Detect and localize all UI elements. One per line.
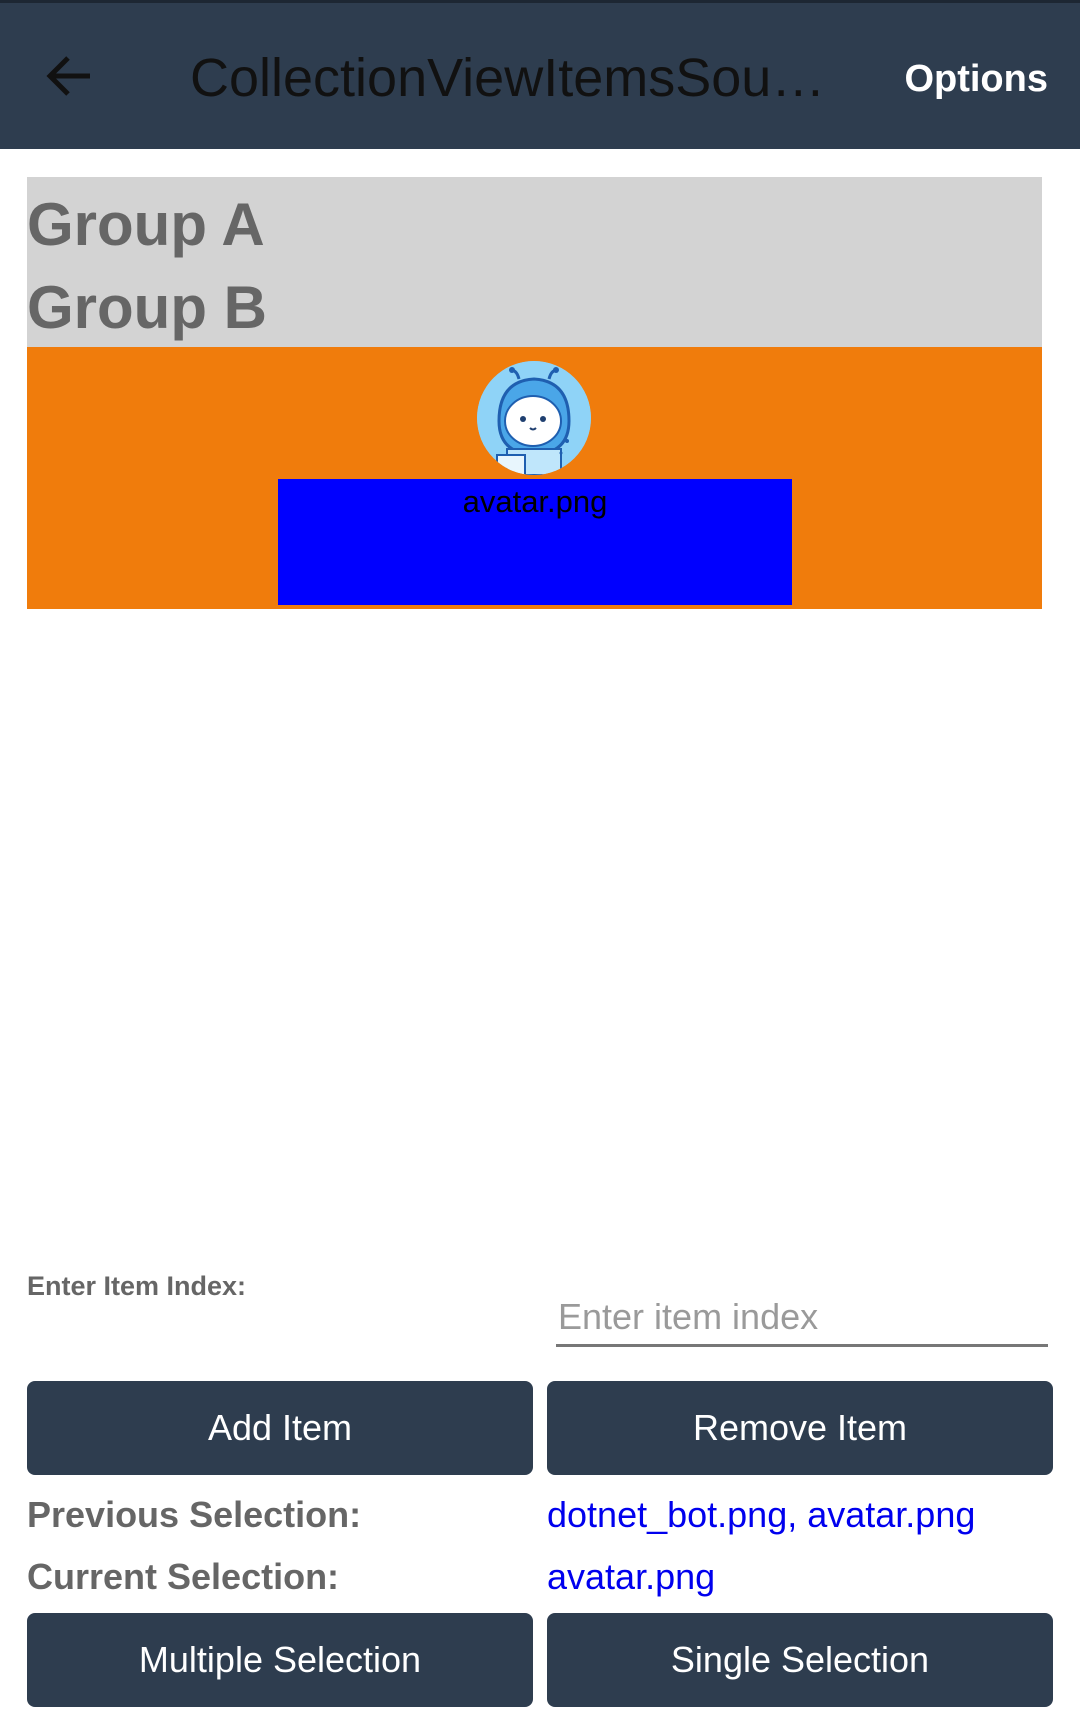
back-button[interactable] <box>34 41 104 111</box>
item-index-input[interactable] <box>556 1290 1048 1347</box>
caption-box: avatar.png <box>278 479 792 605</box>
current-selection-value: avatar.png <box>547 1556 716 1597</box>
remove-item-button[interactable]: Remove Item <box>547 1381 1053 1475</box>
item-caption: avatar.png <box>462 484 608 519</box>
options-button[interactable]: Options <box>904 51 1048 107</box>
index-label: Enter Item Index: <box>27 1271 247 1301</box>
group-header-b[interactable]: Group B <box>27 268 267 348</box>
previous-selection-value: dotnet_bot.png, avatar.png <box>547 1494 976 1535</box>
navigation-bar: CollectionViewItemsSourceGroupedPage Opt… <box>0 3 1080 149</box>
current-selection-label: Current Selection: <box>27 1556 340 1597</box>
page-title: CollectionViewItemsSourceGroupedPage <box>190 48 840 108</box>
previous-selection-label: Previous Selection: <box>27 1494 362 1535</box>
add-item-button[interactable]: Add Item <box>27 1381 533 1475</box>
group-header-a[interactable]: Group A <box>27 185 265 265</box>
multiple-selection-button[interactable]: Multiple Selection <box>27 1613 533 1707</box>
collection-item[interactable]: avatar.png <box>27 347 1042 609</box>
arrow-left-icon <box>46 56 90 96</box>
group-headers: Group A Group B <box>27 177 1042 347</box>
dotnet-bot-avatar-icon <box>477 361 591 475</box>
single-selection-button[interactable]: Single Selection <box>547 1613 1053 1707</box>
